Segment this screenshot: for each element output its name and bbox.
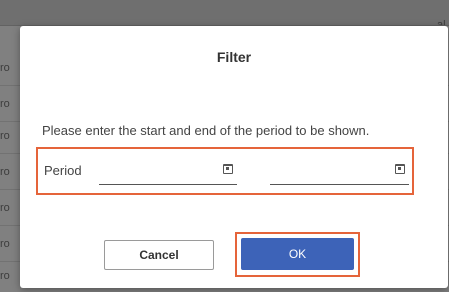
background-header-fragment: al l xyxy=(437,19,449,25)
background-row-fragment: ro xyxy=(0,270,10,282)
calendar-icon[interactable] xyxy=(395,164,405,174)
period-label: Period xyxy=(44,163,82,178)
background-row-fragment: ro xyxy=(0,62,10,74)
cancel-button[interactable]: Cancel xyxy=(104,240,214,270)
start-date-field[interactable] xyxy=(99,159,237,185)
background-row-fragment: ro xyxy=(0,166,10,178)
background-row-fragment: ro xyxy=(0,130,10,142)
period-highlight-box: Period xyxy=(36,147,414,195)
background-header: al l xyxy=(0,0,449,26)
calendar-icon[interactable] xyxy=(223,164,233,174)
ok-button[interactable]: OK xyxy=(241,238,354,270)
background-row-fragment: ro xyxy=(0,202,10,214)
background-row-fragment: ro xyxy=(0,238,10,250)
instruction-text: Please enter the start and end of the pe… xyxy=(42,123,370,138)
background-row-fragment: ro xyxy=(0,98,10,110)
end-date-field[interactable] xyxy=(270,159,409,185)
filter-dialog: Filter Please enter the start and end of… xyxy=(20,26,448,288)
dialog-title: Filter xyxy=(216,49,252,65)
